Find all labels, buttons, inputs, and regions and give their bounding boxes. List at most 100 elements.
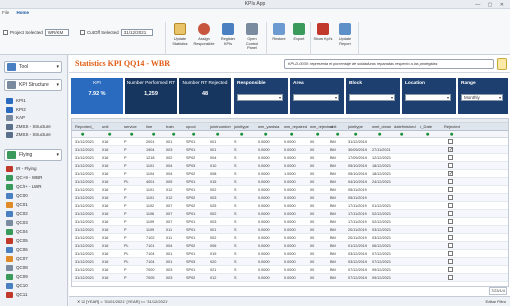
export-button[interactable]: Export [288,23,310,53]
project-select[interactable]: WR/KM [44,29,69,36]
column-header[interactable]: unit [102,123,108,131]
rejected-checkbox[interactable] [448,203,453,208]
register-kpis-button[interactable]: Register KPIs [217,23,239,53]
column-header[interactable]: wm_repaired [284,123,307,131]
cutoff-select[interactable]: 31/12/2021 [120,29,153,36]
sidebar-flying-item[interactable]: QC03 [6,219,66,227]
column-header[interactable]: spool [186,123,196,131]
kpi-structure-dropdown[interactable]: KPI Structure ▾ [4,79,62,91]
rejected-checkbox[interactable] [448,179,453,184]
area-select[interactable]: ▾ [293,94,339,101]
sidebar-flying-item[interactable]: QC07 [6,255,66,263]
filter-cell-icon[interactable]: ⬤ [426,131,429,138]
rejected-checkbox[interactable] [448,163,453,168]
rejected-checkbox[interactable] [448,235,453,240]
table-row[interactable]: 31/12/2021 016 P 1101 012 SP02 003 S 0.0000 0.000… [72,194,508,202]
column-header[interactable]: wmt_clean [372,123,391,131]
column-header[interactable]: datefinished [394,123,416,131]
column-header[interactable]: unit [330,123,336,131]
sidebar-flying-item[interactable]: QC11 [6,291,66,299]
sidebar-flying-item[interactable]: QC/I+ - LWR [6,183,66,191]
cutoff-checkbox[interactable] [80,30,85,35]
tab-home[interactable]: Home [17,10,30,15]
sidebar-flying-item[interactable]: QC04 [6,228,66,236]
rejected-checkbox[interactable] [448,187,453,192]
column-header[interactable]: Reported_ [75,123,94,131]
sidebar-flying-item[interactable]: IR - Flying [6,165,66,173]
filter-cell-icon[interactable]: ⬤ [400,131,403,138]
column-header[interactable]: service [124,123,137,131]
column-header[interactable]: Rejected [444,123,460,131]
filter-cell-icon[interactable]: ⬤ [130,131,133,138]
table-row[interactable]: 31/12/2021 016 P 1104 004 SP02 008 S 0.0000 1.000… [72,170,508,178]
table-row[interactable]: 31/12/2021 016 P 1101 004 SP03 010 S 0.0000 0.000… [72,162,508,170]
table-row[interactable]: 31/12/2021 016 P 1109 007 SP01 003 S 0.0000 0.000… [72,218,508,226]
sidebar-tree-item[interactable]: KPI2 [6,106,66,114]
sidebar-tree-item[interactable]: ZMSS - Structure [6,131,66,139]
sidebar-flying-item[interactable]: QC+9 - WBR [6,174,66,182]
table-row[interactable]: 31/12/2021 016 P 7000 003 SP01 021 S 0.0000 0.000… [72,266,508,274]
filter-cell-icon[interactable]: ⬤ [354,131,357,138]
rejected-checkbox[interactable] [448,267,453,272]
rejected-checkbox[interactable] [448,155,453,160]
column-header[interactable]: train [166,123,174,131]
table-row[interactable]: 31/12/2021 016 PL 4001 005 SP01 015 S 0.0000 0.00… [72,178,508,186]
table-row[interactable]: 31/12/2021 016 P 1102 007 SP02 025 S 0.0000 0.000… [72,202,508,210]
filter-cell-icon[interactable]: ⬤ [152,131,155,138]
filter-cell-icon[interactable]: ⬤ [378,131,381,138]
sidebar-flying-item[interactable]: QC01 [6,201,66,209]
update-statistics-button[interactable]: Update Statistics [169,23,191,53]
table-row[interactable]: 31/12/2021 016 P 1218 002 SP02 004 S 0.0000 0.000… [72,154,508,162]
rejected-checkbox[interactable] [448,211,453,216]
filter-cell-icon[interactable]: ⬤ [108,131,111,138]
table-row[interactable]: 31/12/2021 016 P 1109 011 SP01 001 S 0.0000 0.000… [72,226,508,234]
rejected-checkbox[interactable] [448,251,453,256]
column-header[interactable]: jointtype [348,123,363,131]
filter-cell-icon[interactable]: ⬤ [192,131,195,138]
tab-file[interactable]: File [2,10,9,15]
table-row[interactable]: 31/12/2021 016 P 7005 003 SP02 012 S 0.0000 0.000… [72,274,508,282]
edit-filter-link[interactable]: Editar Filtro [486,297,506,306]
sidebar-tree-item[interactable]: KAP [6,114,66,122]
table-row[interactable]: 31/12/2021 016 P 1106 007 SP01 002 S 0.0000 0.000… [72,210,508,218]
show-kpis-button[interactable]: Show KpI's [312,23,334,53]
rejected-checkbox[interactable] [448,243,453,248]
rejected-checkbox[interactable] [448,219,453,224]
sidebar-flying-item[interactable]: QC06 [6,246,66,254]
filter-expression[interactable]: ✕ ☑ [YEAR] = '31/01/2021' [YEAR] <= '31/… [77,299,168,304]
range-select[interactable]: Monthly ▾ [461,94,503,101]
block-select[interactable]: ▾ [349,94,395,101]
sidebar-flying-item[interactable]: QC02 [6,210,66,218]
sidebar-flying-item[interactable]: QC09 [6,273,66,281]
restore-button[interactable]: Restore [268,23,290,53]
filter-cell-icon[interactable]: ⬤ [264,131,267,138]
column-header[interactable]: jointnumber [210,123,231,131]
column-header[interactable]: jointtype [234,123,249,131]
filter-cell-icon[interactable]: ⬤ [290,131,293,138]
column-header[interactable]: r_Date [420,123,432,131]
project-checkbox[interactable] [3,30,8,35]
rejected-checkbox[interactable] [448,139,453,144]
table-row[interactable]: 31/12/2021 016 P 7102 011 SP01 002 S 0.0000 0.000… [72,234,508,242]
lightbulb-icon[interactable] [497,58,507,70]
sidebar-flying-item[interactable]: QC00 [6,192,66,200]
table-row[interactable]: 31/12/2021 016 PL 7101 004 SP02 006 S 0.0000 0.00… [72,242,508,250]
filter-cell-icon[interactable]: ⬤ [450,131,453,138]
flying-dropdown[interactable]: Flying ▾ [4,149,62,161]
assign-responsible-button[interactable]: Assign Responsible [193,23,215,53]
sidebar-tree-item[interactable]: KPI1 [6,97,66,105]
rejected-checkbox[interactable] [448,275,453,280]
responsible-select[interactable]: ▾ [237,94,283,101]
filter-cell-icon[interactable]: ⬤ [316,131,319,138]
tool-dropdown[interactable]: Tool ▾ [4,61,62,73]
rejected-checkbox[interactable]: ✓ [448,171,453,177]
column-header[interactable]: wm_yardsla [258,123,279,131]
table-row[interactable]: 31/12/2021 016 P 1101 012 SP01 002 S 0.0000 0.000… [72,186,508,194]
sidebar-flying-item[interactable]: QC08 [6,264,66,272]
rejected-checkbox[interactable]: ✓ [448,147,453,153]
update-report-button[interactable]: Update Report [334,23,356,53]
table-row[interactable]: 31/12/2021 016 PL 7104 001 SP03 020 S 0.0000 0.00… [72,258,508,266]
filter-cell-icon[interactable]: ⬤ [216,131,219,138]
table-row[interactable]: 31/12/2021 016 P 1904 003 SP01 001 S 0.0000 0.000… [72,146,508,154]
location-select[interactable]: ▾ [405,94,451,101]
